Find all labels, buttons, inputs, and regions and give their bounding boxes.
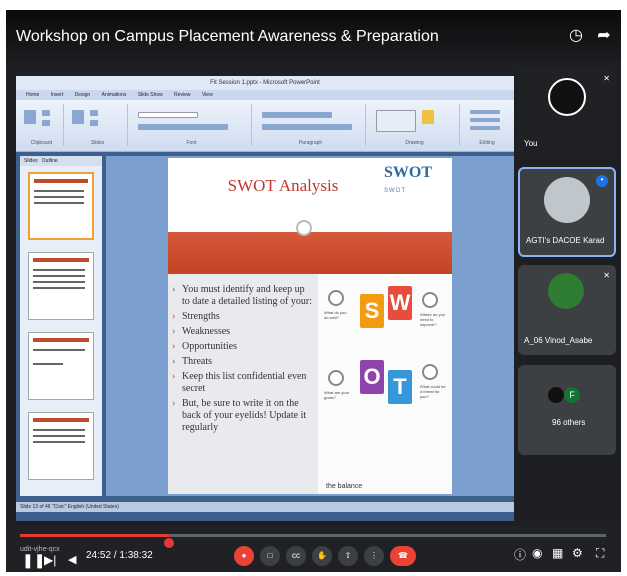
- fullscreen-icon[interactable]: ⛶: [596, 546, 604, 561]
- ribbon-group-paragraph: Paragraph: [256, 104, 366, 146]
- slide: SWOT Analysis SWOT SWOT You must identif…: [168, 158, 452, 494]
- participant-tile-you[interactable]: ✕ You: [518, 68, 616, 158]
- pause-icon[interactable]: ❚❚: [22, 552, 45, 569]
- info-icon: [422, 292, 438, 308]
- ppt-window-title: Fit Session 1.pptx - Microsoft PowerPoin…: [16, 76, 514, 90]
- ribbon-group-slides: Slides: [68, 104, 128, 146]
- participant-tile-others[interactable]: F 96 others: [518, 365, 616, 455]
- raise-hand-button[interactable]: ✋: [312, 546, 332, 566]
- mic-toggle-button[interactable]: ●: [234, 546, 254, 566]
- participant-tile-speaker[interactable]: • AGTI's DACOE Karad: [518, 167, 616, 257]
- next-icon[interactable]: ▶|: [44, 553, 56, 567]
- volume-icon[interactable]: ◀: [68, 553, 76, 566]
- ppt-tab[interactable]: Design: [75, 90, 91, 100]
- avatar: [548, 273, 584, 309]
- captions-button[interactable]: cc: [286, 546, 306, 566]
- slide-footer-text: the balance: [326, 483, 363, 490]
- slide-thumbnail[interactable]: [28, 172, 94, 240]
- slide-title: SWOT Analysis: [227, 176, 339, 195]
- top-bar: Workshop on Campus Placement Awareness &…: [6, 10, 621, 62]
- swot-t: T: [388, 370, 412, 404]
- progress-bar[interactable]: [20, 534, 606, 548]
- time-display: 24:52 / 1:38:32: [86, 550, 153, 561]
- others-count: 96 others: [552, 418, 586, 427]
- avatar: [548, 78, 586, 116]
- outline-tab[interactable]: Outline: [42, 158, 58, 164]
- share-arrow-icon[interactable]: ➦: [594, 26, 614, 46]
- threat-icon: [422, 364, 438, 380]
- slide-thumbnail[interactable]: [28, 252, 94, 320]
- participant-tile[interactable]: ✕ A_06 Vinod_Asabe: [518, 265, 616, 355]
- slide-red-band: [168, 232, 452, 274]
- ppt-tab[interactable]: View: [202, 90, 213, 100]
- avatar: [544, 177, 590, 223]
- ppt-tab[interactable]: Review: [174, 90, 190, 100]
- slide-canvas: SWOT Analysis SWOT SWOT You must identif…: [106, 156, 572, 496]
- participant-name: You: [524, 139, 538, 148]
- swot-mini-graphic: SWOT: [384, 188, 406, 194]
- ribbon-group-font: Font: [132, 104, 252, 146]
- ppt-ribbon-tabs: Home Insert Design Animations Slide Show…: [16, 90, 514, 100]
- progress-fill: [20, 534, 169, 537]
- autoplay-toggle-icon[interactable]: ◉: [532, 546, 542, 560]
- ppt-tab[interactable]: Insert: [51, 90, 64, 100]
- clock-icon[interactable]: ◷: [566, 26, 586, 46]
- present-button[interactable]: ⇧: [338, 546, 358, 566]
- mic-off-icon: ✕: [603, 271, 610, 280]
- slide-thumbnail[interactable]: [28, 332, 94, 400]
- swot-graphic: What do you do well? S W Where do you ne…: [318, 274, 452, 494]
- bullet-item: Opportunities: [172, 341, 314, 353]
- ppt-tab[interactable]: Animations: [102, 90, 127, 100]
- info-icon[interactable]: ⓘ: [514, 546, 526, 563]
- swot-o: O: [360, 360, 384, 394]
- ribbon-group-drawing: Drawing: [370, 104, 460, 146]
- swot-s: S: [360, 294, 384, 328]
- slide-bullets: You must identify and keep up to date a …: [168, 274, 318, 494]
- camera-button[interactable]: □: [260, 546, 280, 566]
- ppt-tab[interactable]: Home: [26, 90, 39, 100]
- avatar: [548, 387, 564, 403]
- target-icon: [328, 290, 344, 306]
- slide-thumbnail[interactable]: [28, 412, 94, 480]
- avatar: F: [564, 387, 580, 403]
- ppt-ribbon: Clipboard Slides Font Paragraph Drawing …: [16, 100, 514, 152]
- ppt-tab[interactable]: Slide Show: [138, 90, 163, 100]
- goal-icon: [328, 370, 344, 386]
- participant-name: AGTI's DACOE Karad: [526, 236, 605, 245]
- ribbon-group-clipboard: Clipboard: [20, 104, 64, 146]
- swot-logo: SWOT: [384, 164, 433, 181]
- speaking-icon: •: [596, 175, 608, 187]
- bullet-item: Threats: [172, 356, 314, 368]
- bullet-item: Keep this list confidential even secret: [172, 371, 314, 395]
- bullet-item: Weaknesses: [172, 326, 314, 338]
- slides-tab[interactable]: Slides: [24, 158, 38, 164]
- video-frame: Workshop on Campus Placement Awareness &…: [6, 10, 621, 572]
- ppt-status-bar: Slide 13 of 46 "Civic" English (United S…: [16, 502, 514, 512]
- settings-gear-icon[interactable]: ⚙: [572, 546, 583, 560]
- scrub-handle[interactable]: [163, 538, 174, 548]
- participant-name: A_06 Vinod_Asabe: [524, 336, 593, 345]
- more-options-button[interactable]: ⋮: [364, 546, 384, 566]
- ribbon-group-editing: Editing: [464, 104, 510, 146]
- bullet-item: Strengths: [172, 311, 314, 323]
- video-title: Workshop on Campus Placement Awareness &…: [16, 28, 439, 45]
- slide-ring-ornament: [296, 220, 312, 236]
- player-controls: udit-vjhe-qcx ❚❚ ▶| ◀ 24:52 / 1:38:32 ● …: [6, 526, 621, 572]
- leave-call-button[interactable]: ☎: [390, 546, 416, 566]
- mic-off-icon: ✕: [603, 74, 610, 83]
- slides-pane: Slides Outline: [20, 156, 102, 496]
- shared-screen: Fit Session 1.pptx - Microsoft PowerPoin…: [16, 76, 572, 521]
- bullet-item: You must identify and keep up to date a …: [172, 284, 314, 308]
- bullet-item: But, be sure to write it on the back of …: [172, 398, 314, 434]
- swot-w: W: [388, 286, 412, 320]
- subtitles-icon[interactable]: ▦: [552, 546, 563, 560]
